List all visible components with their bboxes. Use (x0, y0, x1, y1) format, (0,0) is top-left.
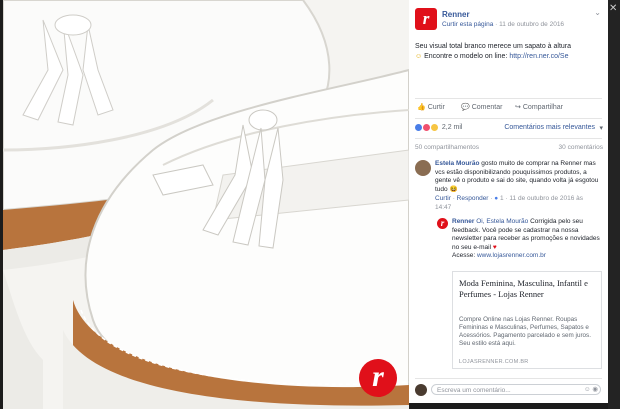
post-header: r Renner Curtir esta página · 11 de outu… (415, 8, 605, 38)
card-description: Compre Online nas Lojas Renner. Roupas F… (459, 316, 591, 347)
reply-author[interactable]: Renner (452, 218, 474, 225)
divider (415, 138, 602, 139)
comment-button[interactable]: 💬 Comentar (461, 103, 503, 112)
comment-icon: 💬 (461, 104, 470, 111)
thumbs-up-icon: 👍 (417, 104, 426, 111)
counts-row: 50 compartilhamentos 30 comentários (415, 144, 603, 151)
comment-sort[interactable]: Comentários mais relevantes (504, 124, 595, 131)
comment-composer: Escreva um comentário... ☺ ◉ (415, 384, 603, 397)
post-product-link[interactable]: http://ren.ner.co/Se (509, 53, 568, 60)
reply-mention[interactable]: Oi, Estela Mourão (476, 218, 528, 225)
composer-icons: ☺ ◉ (584, 384, 598, 395)
comment-count[interactable]: 30 comentários (559, 144, 603, 151)
laugh-emoji-icon: 😆 (449, 185, 458, 193)
page-name[interactable]: Renner (442, 10, 470, 19)
scrollbar[interactable] (608, 0, 620, 409)
reaction-count[interactable]: 2,2 mil (442, 124, 463, 131)
reply-access-line: Acesse: www.lojasrenner.com.br (452, 252, 602, 261)
share-count[interactable]: 50 compartilhamentos (415, 144, 479, 151)
wow-reaction-icon (430, 124, 438, 131)
sort-chevron-icon[interactable]: ▾ (599, 124, 603, 132)
comment-label: Comentar (471, 103, 503, 111)
close-icon[interactable]: ✕ (609, 3, 617, 14)
post-text: Seu visual total branco merece um sapato… (415, 42, 603, 61)
reply-body: Renner Oi, Estela Mourão Corrigida pelo … (452, 218, 602, 261)
like-label: Curtir (427, 103, 445, 111)
comment-like-link[interactable]: Curtir (435, 195, 451, 202)
card-domain: LOJASRENNER.COM.BR (459, 359, 529, 365)
reply-access-label: Acesse: (452, 252, 476, 259)
share-label: Compartilhar (522, 103, 563, 111)
heart-emoji-icon: ♥ (492, 243, 497, 251)
emoji-picker-icon[interactable]: ☺ (584, 386, 591, 393)
post-text-prefix: Encontre o modelo on line: (424, 52, 508, 60)
post-date[interactable]: 11 de outubro de 2016 (499, 21, 564, 28)
comment-input[interactable]: Escreva um comentário... (431, 384, 601, 395)
smile-emoji-icon: ☺ (415, 52, 423, 60)
reactions-row: 2,2 mil Comentários mais relevantes ▾ (415, 124, 603, 134)
post-text-line1: Seu visual total branco merece um sapato… (415, 43, 572, 50)
comment-like-icon: ● (494, 195, 499, 202)
chevron-down-icon[interactable]: ⌄ (594, 8, 601, 17)
post-text-line2: ☺ Encontre o modelo on line: http://ren.… (415, 52, 603, 62)
post-photo[interactable]: r (3, 0, 409, 409)
share-button[interactable]: ↪ Compartilhar (515, 103, 563, 112)
post-meta: Curtir esta página · 11 de outubro de 20… (442, 21, 564, 28)
card-title[interactable]: Moda Feminina, Masculina, Infantil e Per… (459, 278, 595, 300)
like-page-link[interactable]: Curtir esta página (442, 21, 493, 28)
love-reaction-icon (422, 124, 430, 131)
like-button[interactable]: 👍 Curtir (417, 103, 445, 112)
like-reaction-icon (415, 124, 422, 131)
post-viewer: r r Renner Curtir esta página · 11 de ou… (0, 0, 620, 409)
my-avatar (415, 384, 427, 396)
comment-like-count: 1 (500, 195, 504, 202)
share-icon: ↪ (515, 104, 521, 111)
comment-author[interactable]: Estela Mourão (435, 160, 479, 167)
comment-actions: Curtir · Responder · ● 1 · 11 de outubro… (435, 195, 584, 211)
comment-reply-link[interactable]: Responder (457, 195, 489, 202)
shoe-image (3, 0, 409, 409)
page-avatar[interactable]: r (415, 8, 437, 30)
commenter-avatar[interactable] (415, 160, 431, 176)
link-preview-card[interactable]: Moda Feminina, Masculina, Infantil e Per… (452, 271, 602, 369)
reply-access-link[interactable]: www.lojasrenner.com.br (477, 252, 546, 259)
divider (415, 98, 602, 99)
post-side-panel: r Renner Curtir esta página · 11 de outu… (409, 0, 608, 403)
divider (415, 378, 602, 379)
renner-logo-watermark: r (359, 359, 397, 397)
action-bar: 👍 Curtir 💬 Comentar ↪ Compartilhar (415, 103, 603, 115)
divider (415, 118, 602, 119)
camera-icon[interactable]: ◉ (592, 386, 598, 393)
renner-reply-avatar[interactable]: r (437, 218, 448, 229)
comment-body: Estela Mourão gosto muito de comprar na … (435, 160, 601, 212)
